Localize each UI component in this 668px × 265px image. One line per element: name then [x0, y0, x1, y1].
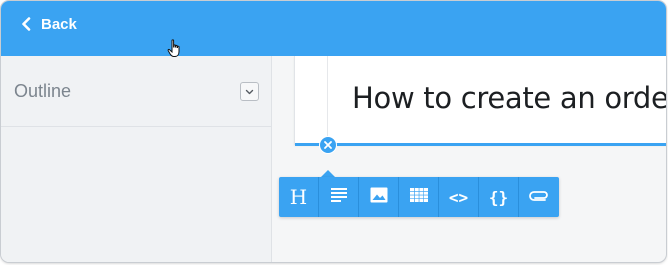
back-button[interactable]: Back	[21, 13, 77, 35]
attachment-button[interactable]	[519, 177, 559, 217]
block-gutter	[327, 56, 328, 145]
outline-sidebar: Outline	[1, 56, 272, 262]
outline-header: Outline	[1, 56, 271, 127]
back-label: Back	[41, 15, 77, 33]
toolbar-pointer	[321, 170, 335, 177]
table-icon	[409, 187, 428, 207]
code-button[interactable]: <>	[439, 177, 479, 217]
insert-block-toolbar: H <> {}	[279, 177, 559, 217]
json-button[interactable]: {}	[479, 177, 519, 217]
outline-title: Outline	[14, 80, 72, 101]
heading-icon: H	[289, 185, 308, 209]
paperclip-icon	[529, 188, 549, 206]
image-button[interactable]	[359, 177, 399, 217]
heading-button[interactable]: H	[279, 177, 319, 217]
outline-toggle-button[interactable]	[240, 81, 259, 101]
top-bar: Back	[1, 1, 666, 56]
insertion-line	[295, 143, 666, 146]
paragraph-button[interactable]	[319, 177, 359, 217]
document-title-block[interactable]: How to create an order	[294, 56, 666, 145]
braces-icon: {}	[488, 187, 509, 207]
paragraph-icon	[330, 187, 347, 207]
hand-cursor-icon	[167, 39, 183, 64]
chevron-left-icon	[21, 17, 31, 31]
image-icon	[370, 187, 388, 208]
close-icon	[324, 136, 332, 154]
remove-block-button[interactable]	[319, 136, 337, 154]
app-window: Back Outline How to create an order H <>…	[1, 1, 666, 262]
document-title[interactable]: How to create an order	[352, 81, 666, 115]
chevron-down-icon	[245, 82, 254, 100]
table-button[interactable]	[399, 177, 439, 217]
code-icon: <>	[448, 187, 469, 207]
